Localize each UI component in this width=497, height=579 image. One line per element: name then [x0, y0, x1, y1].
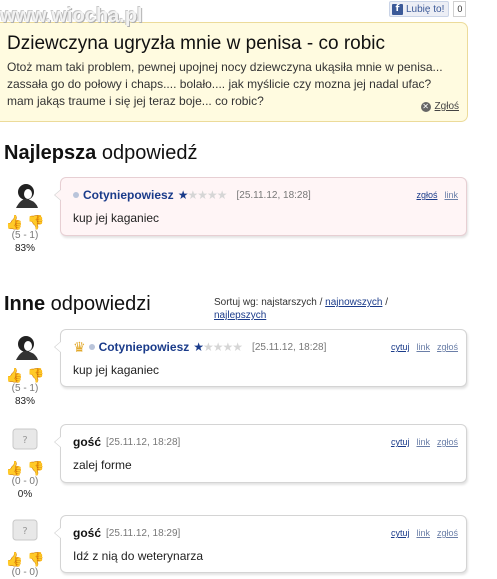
report-link[interactable]: zgłoś [437, 437, 458, 447]
permalink[interactable]: link [416, 437, 430, 447]
rating-stars-icon: ★★★★★ [177, 188, 228, 202]
vote-percent: 83% [14, 243, 35, 254]
answer-text: kup jej kaganiec [73, 363, 160, 377]
status-dot-icon [73, 192, 79, 198]
question-report-link[interactable]: ✕ Zgłoś [420, 101, 459, 112]
thumbs-up-icon[interactable]: 👍 [6, 214, 23, 230]
permalink[interactable]: link [416, 528, 430, 538]
user-avatar [16, 336, 38, 360]
like-count: 0 [453, 1, 467, 17]
like-button[interactable]: f Lubię to! [389, 1, 450, 17]
vote-box: 👍 👎 (0 - 0) [6, 551, 45, 579]
like-label: Lubię to! [406, 3, 445, 15]
answer-bubble: gość [25.11.12, 18:29] cytuj link zgłoś … [54, 515, 467, 573]
quote-link[interactable]: cytuj [391, 437, 410, 447]
site-watermark: www.wiocha.pl [0, 5, 143, 27]
rating-stars-icon: ★★★★★ [193, 340, 243, 354]
answer-username: gość [73, 435, 102, 449]
sort-best-link[interactable]: najlepszych [214, 310, 266, 321]
quote-link[interactable]: cytuj [391, 342, 410, 352]
best-answer-heading: Najlepsza odpowiedź [4, 142, 198, 164]
question-body: Otoż mam taki problem, pewnej upojnej no… [7, 60, 443, 108]
svg-text:?: ? [22, 526, 27, 537]
report-link[interactable]: zgłoś [437, 528, 458, 538]
svg-text:?: ? [22, 435, 27, 446]
thumbs-down-icon[interactable]: 👎 [27, 214, 44, 230]
vote-count: (5 - 1) [11, 230, 39, 241]
answer-bubble: gość [25.11.12, 18:28] cytuj link zgłoś … [54, 424, 467, 483]
answer-text: kup jej kaganiec [73, 211, 160, 225]
question-title: Dziewczyna ugryzła mnie w penisa - co ro… [7, 33, 386, 54]
answer-bubble: Cotyniepowiesz ★★★★★ [25.11.12, 18:28] z… [54, 177, 467, 236]
other-answers-heading: Inne odpowiedzi [4, 293, 151, 315]
answer-bubble: ♛ Cotyniepowiesz ★★★★★ [25.11.12, 18:28]… [54, 329, 467, 387]
answer-text: zalej forme [73, 458, 132, 472]
vote-count: (0 - 0) [11, 476, 39, 487]
report-link[interactable]: zgłoś [416, 190, 437, 200]
answer-date: [25.11.12, 18:28] [236, 189, 311, 201]
quote-link[interactable]: cytuj [391, 528, 410, 538]
sort-label: Sortuj wg: najstarszych / [214, 297, 326, 308]
facebook-like-widget[interactable]: f Lubię to! 0 [389, 1, 467, 17]
permalink[interactable]: link [416, 342, 430, 352]
answer-date: [25.11.12, 18:29] [106, 527, 181, 539]
report-icon: ✕ [420, 101, 431, 112]
status-dot-icon [88, 344, 95, 350]
guest-avatar-icon: ? [12, 428, 38, 450]
report-link[interactable]: zgłoś [437, 342, 458, 352]
vote-percent: 83% [14, 396, 35, 407]
facebook-icon: f [392, 3, 403, 15]
sort-newest-link[interactable]: najnowszych [325, 297, 382, 308]
vote-box: 👍 👎 (5 - 1) 83% [6, 367, 45, 408]
answer-username[interactable]: Cotyniepowiesz [83, 188, 174, 202]
thumbs-down-icon[interactable]: 👎 [27, 460, 44, 476]
sort-options: Sortuj wg: najstarszych / najnowszych / … [214, 296, 434, 322]
thumbs-down-icon[interactable]: 👎 [27, 367, 44, 383]
question-box: Dziewczyna ugryzła mnie w penisa - co ro… [0, 22, 468, 122]
thumbs-up-icon[interactable]: 👍 [6, 551, 23, 567]
answer-date: [25.11.12, 18:28] [106, 436, 181, 448]
answer-username[interactable]: Cotyniepowiesz [99, 340, 190, 354]
thumbs-up-icon[interactable]: 👍 [6, 460, 23, 476]
user-avatar [16, 184, 38, 208]
answer-date: [25.11.12, 18:28] [252, 341, 327, 353]
answer-text: Idź z nią do weterynarza [73, 549, 204, 563]
permalink[interactable]: link [444, 190, 458, 200]
report-label: Zgłoś [434, 101, 459, 112]
vote-percent: 0% [17, 489, 33, 500]
vote-box: 👍 👎 (5 - 1) 83% [6, 214, 45, 255]
thumbs-up-icon[interactable]: 👍 [6, 367, 23, 383]
answer-username: gość [73, 526, 102, 540]
thumbs-down-icon[interactable]: 👎 [27, 551, 44, 567]
vote-count: (0 - 0) [11, 567, 39, 578]
guest-avatar-icon: ? [12, 519, 38, 541]
vote-box: 👍 👎 (0 - 0) 0% [6, 460, 45, 501]
crown-icon: ♛ [73, 338, 86, 355]
sort-separator: / [382, 297, 388, 308]
vote-count: (5 - 1) [11, 383, 39, 394]
